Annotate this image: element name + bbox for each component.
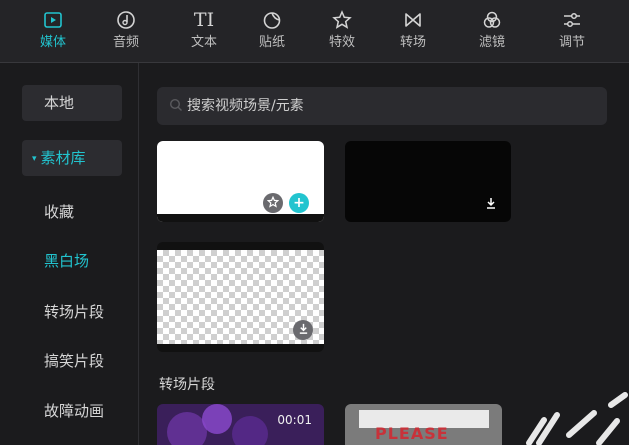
search-icon [169,98,182,111]
search-placeholder: 搜索视频场景/元素 [187,98,304,114]
watermark-graphic [526,392,628,445]
tab-filter[interactable]: 滤镜 [457,6,527,58]
material-transparent[interactable] [157,242,324,352]
sticker-icon [237,6,307,34]
tab-label: 文本 [190,35,217,50]
filter-circles-icon [457,6,527,34]
tab-label: 滤镜 [478,35,505,50]
card-strip [157,214,324,222]
sidebar-item-funny-clips[interactable]: 搞笑片段 [22,343,122,379]
media-play-icon [18,6,88,34]
tab-transition[interactable]: 转场 [378,6,448,58]
tab-label: 特效 [328,35,355,50]
transition-bowtie-icon [378,6,448,34]
tab-label: 调节 [558,35,585,50]
download-button[interactable] [293,320,313,340]
material-white[interactable]: + [157,141,324,222]
tab-label: 媒体 [39,35,66,50]
music-note-icon [91,6,161,34]
tab-sticker[interactable]: 贴纸 [237,6,307,58]
search-input[interactable]: 搜索视频场景/元素 [157,87,607,125]
tab-media[interactable]: 媒体 [18,6,88,58]
tab-text[interactable]: TI 文本 [169,6,239,58]
clip-art [202,404,232,434]
clip-duration: 00:01 [277,413,312,427]
clip-caption: PLEASE [375,424,449,443]
material-black[interactable] [345,141,511,222]
sidebar-item-glitch-animation[interactable]: 故障动画 [22,393,122,429]
favorite-star-button[interactable] [263,193,283,213]
sidebar-item-label: 素材库 [40,149,86,167]
sidebar-item-black-white[interactable]: 黑白场 [22,243,122,279]
tab-audio[interactable]: 音频 [91,6,161,58]
text-icon: TI [193,9,215,31]
caret-down-icon: ▾ [32,153,37,164]
sidebar-item-favorites[interactable]: 收藏 [22,194,122,230]
top-toolbar: 媒体 音频 TI 文本 贴纸 特效 转场 滤镜 调节 [0,0,629,63]
sidebar-item-transition-clips[interactable]: 转场片段 [22,294,122,330]
tab-effects[interactable]: 特效 [307,6,377,58]
star-icon [266,195,280,208]
adjust-sliders-icon [537,6,607,34]
clip-art [167,412,207,445]
effects-star-icon [307,6,377,34]
clip-art [232,416,268,445]
tab-label: 转场 [399,35,426,50]
tab-label: 音频 [112,35,139,50]
tab-adjust[interactable]: 调节 [537,6,607,58]
download-icon [299,323,307,334]
add-button[interactable]: + [289,193,309,213]
download-icon[interactable] [485,197,497,209]
transition-clip-1[interactable]: 00:01 [157,404,324,445]
tab-label: 贴纸 [258,35,285,50]
section-title: 转场片段 [159,377,215,393]
sidebar-item-library[interactable]: ▾ 素材库 [22,140,122,176]
transition-clip-2[interactable]: PLEASE [345,404,502,445]
sidebar-item-local[interactable]: 本地 [22,85,122,121]
